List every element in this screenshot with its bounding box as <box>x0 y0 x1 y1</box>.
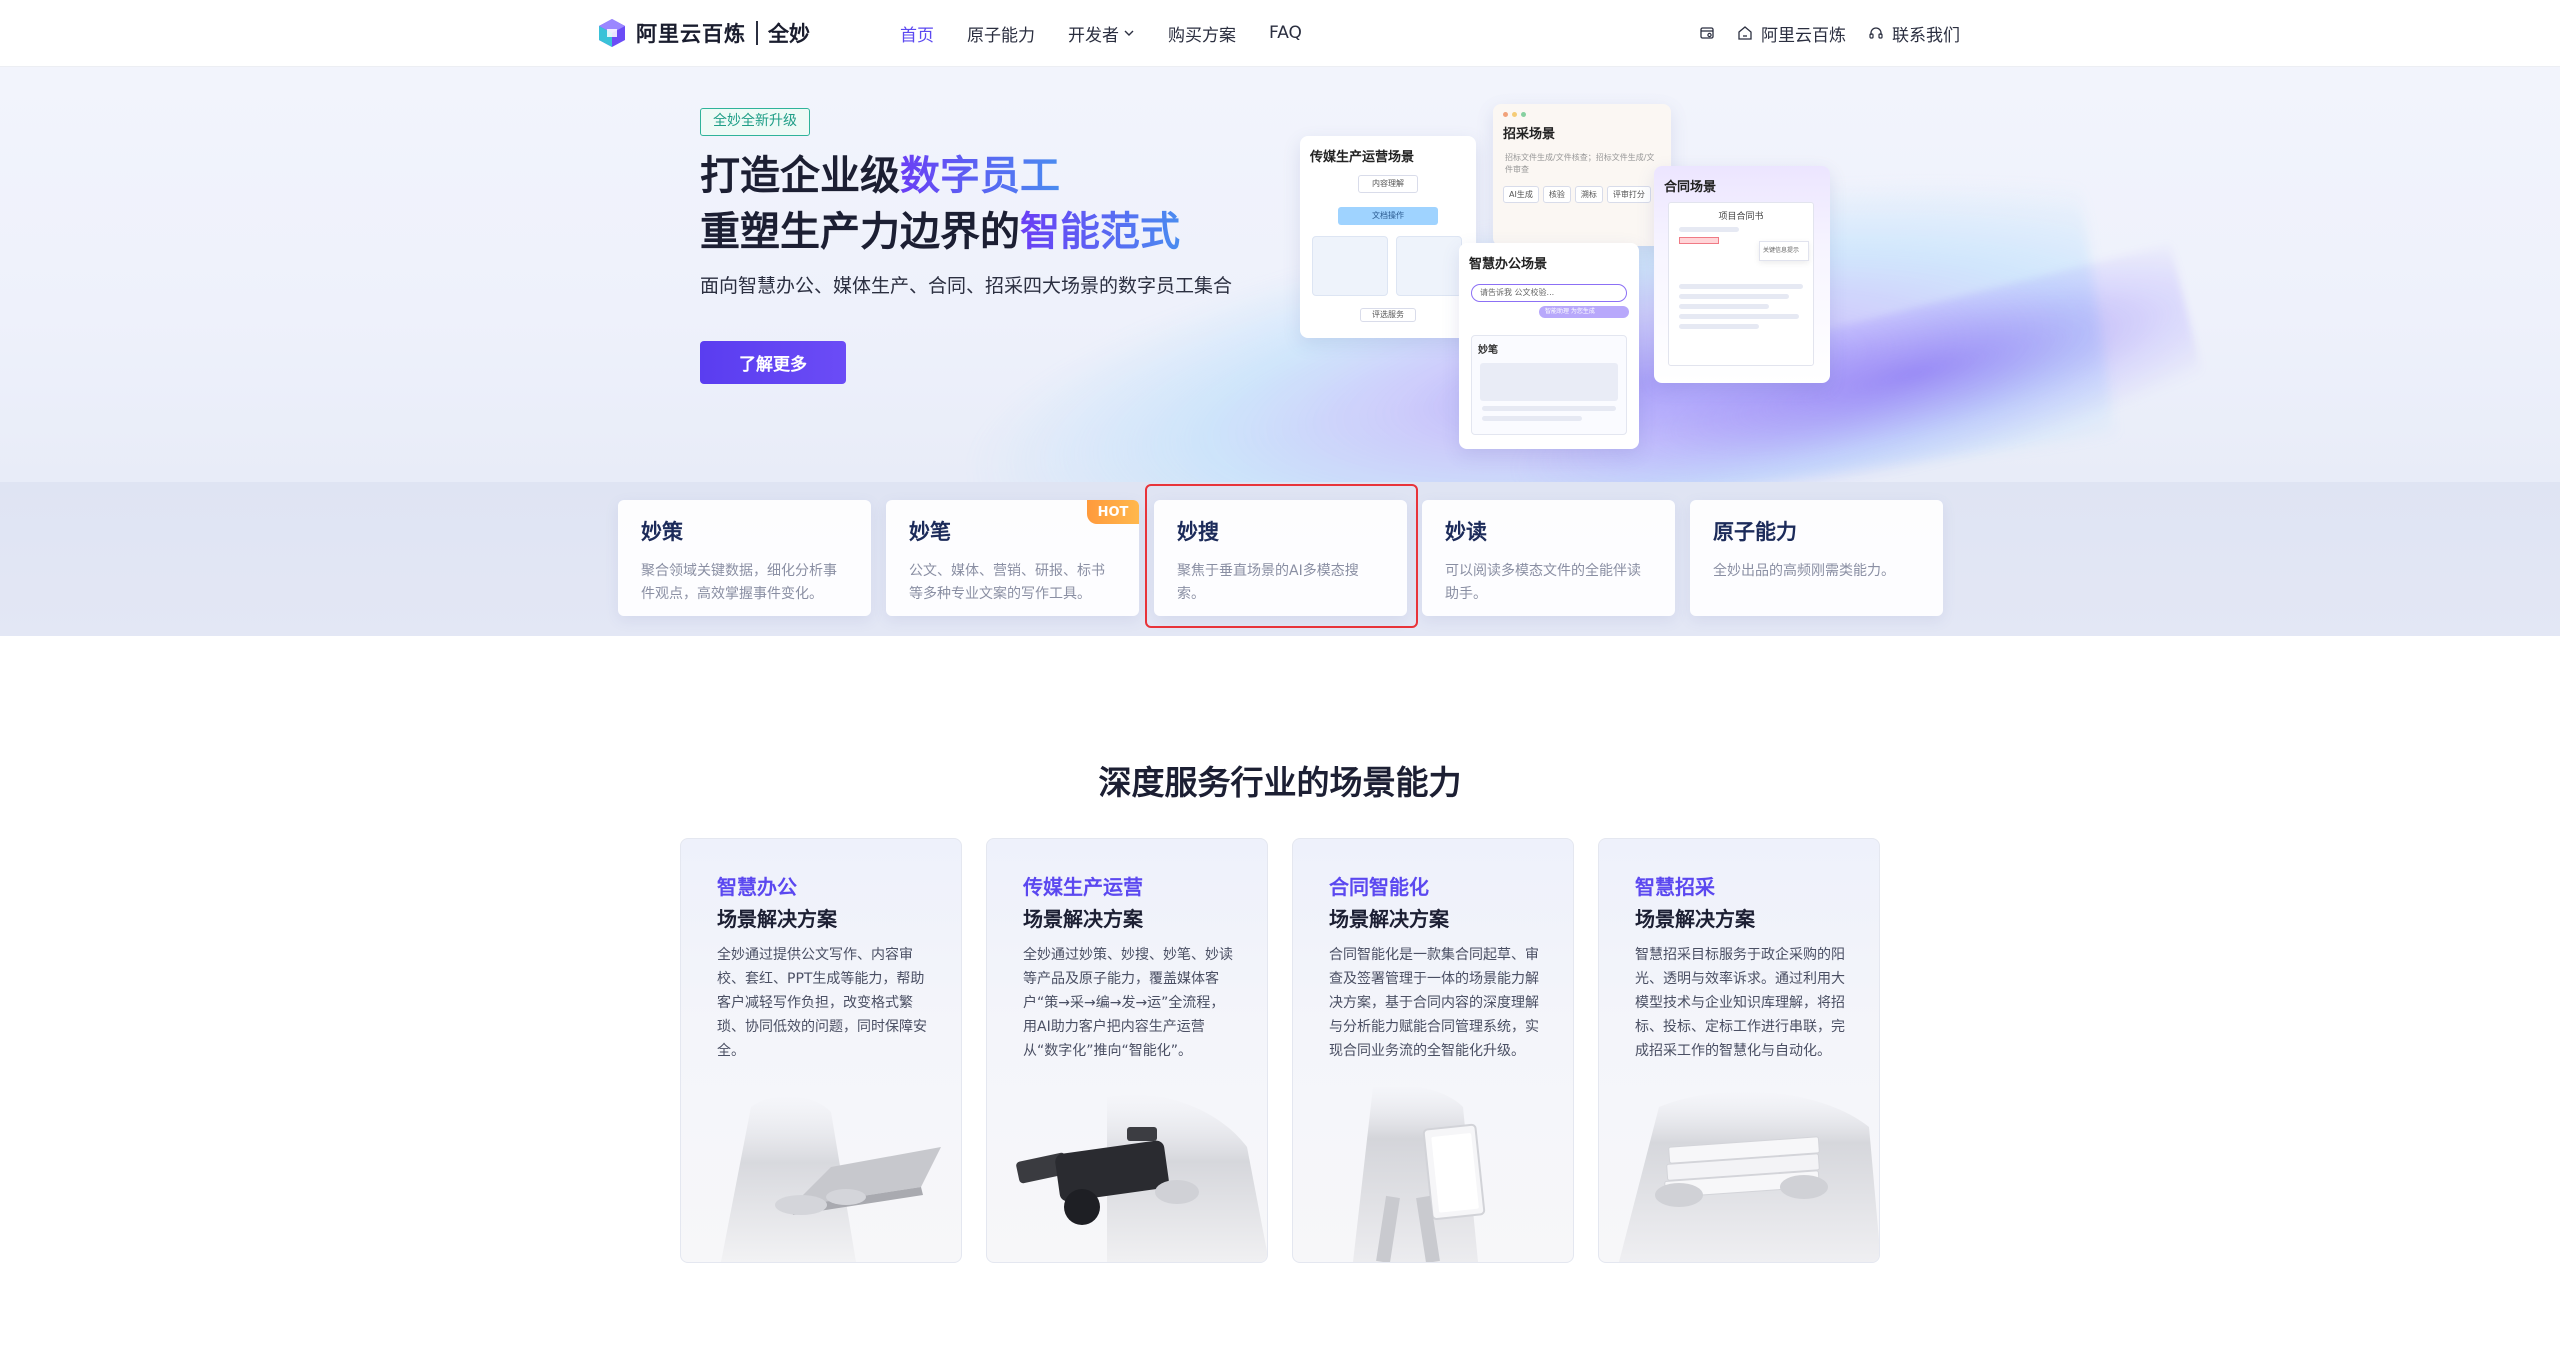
mock-contract-title: 合同场景 <box>1664 180 1717 195</box>
chevron-down-icon <box>1123 27 1135 39</box>
scenario-card-name: 合同智能化 <box>1329 875 1429 899</box>
product-strip: 妙策 聚合领域关键数据，细化分析事件观点，高效掌握事件变化。 HOT 妙笔 公文… <box>0 482 2560 636</box>
nav-right-actions: 阿里云百炼 联系我们 <box>1699 0 1960 66</box>
nav-purchase[interactable]: 购买方案 <box>1168 21 1236 46</box>
nav-faq[interactable]: FAQ <box>1269 23 1302 43</box>
mock-bidding-tag: AI生成 <box>1503 186 1539 203</box>
mock-office-doc: 妙笔 <box>1471 335 1627 435</box>
mock-contract-doc-title: 项目合同书 <box>1718 212 1764 222</box>
scenario-card-desc: 全妙通过提供公文写作、内容审校、套红、PPT生成等能力，帮助客户减轻写作负担，改… <box>717 947 927 1059</box>
mock-media-panel-right <box>1396 236 1462 296</box>
product-name: 全妙 <box>768 22 810 46</box>
hero-subtitle: 面向智慧办公、媒体生产、合同、招采四大场景的数字员工集合 <box>700 275 1233 297</box>
product-card-desc: 公文、媒体、营销、研报、标书等多种专业文案的写作工具。 <box>909 563 1105 602</box>
hero-headline-line1: 打造企业级数字员工 <box>700 148 1180 204</box>
calendar-card-icon[interactable] <box>1699 25 1715 41</box>
scenario-card-desc: 全妙通过妙策、妙搜、妙笔、妙读等产品及原子能力，覆盖媒体客户“策→采→编→发→运… <box>1023 947 1233 1059</box>
hero-line1-prefix: 打造企业级 <box>700 153 900 199</box>
nav-contact-us[interactable]: 联系我们 <box>1868 21 1960 46</box>
product-card-desc: 聚合领域关键数据，细化分析事件观点，高效掌握事件变化。 <box>641 563 837 602</box>
product-card-title: 妙搜 <box>1177 520 1219 544</box>
scenario-card-media-operations[interactable]: 传媒生产运营 场景解决方案 全妙通过妙策、妙搜、妙笔、妙读等产品及原子能力，覆盖… <box>986 838 1268 1263</box>
scenario-card-smart-bidding[interactable]: 智慧招采 场景解决方案 智慧招采目标服务于政企采购的阳光、透明与效率诉求。通过利… <box>1598 838 1880 1263</box>
top-navbar: 阿里云百炼 全妙 首页 原子能力 开发者 购买方案 FAQ 阿里云百炼 联系我们 <box>0 0 2560 66</box>
upgrade-badge: 全妙全新升级 <box>700 108 810 136</box>
product-card-title: 妙读 <box>1445 520 1487 544</box>
scenario-card-name: 智慧招采 <box>1635 875 1715 899</box>
laptop-typing-image <box>721 1096 941 1262</box>
product-card-title: 妙笔 <box>909 520 951 544</box>
scenario-card-subtitle: 场景解决方案 <box>1329 907 1449 931</box>
mock-media-chip-3: 评选服务 <box>1360 308 1416 322</box>
hero-line2-prefix: 重塑生产力边界的 <box>700 209 1020 255</box>
nav-developers-label: 开发者 <box>1068 25 1119 46</box>
main-nav: 首页 原子能力 开发者 购买方案 FAQ <box>900 0 1335 66</box>
mock-window-dots <box>1493 104 1671 117</box>
scenarios-section-title: 深度服务行业的场景能力 <box>1098 763 1462 802</box>
mock-bidding-tags: AI生成 核验 溯标 评审打分 <box>1493 180 1671 209</box>
mock-card-contract: 合同场景 项目合同书 关键信息提示 <box>1654 166 1830 383</box>
hero-headline: 打造企业级数字员工 重塑生产力边界的智能范式 <box>700 148 1180 260</box>
mock-office-reply: 智能助理 为您生成 <box>1539 306 1629 318</box>
mock-bidding-tag: 评审打分 <box>1606 186 1651 203</box>
product-card-atomic[interactable]: 原子能力 全妙出品的高频刚需类能力。 <box>1690 500 1943 616</box>
mock-bidding-desc: 招标文件生成/文件核查；招标文件生成/文件审查 <box>1505 153 1655 174</box>
mock-contract-tooltip: 关键信息提示 <box>1759 241 1809 261</box>
mock-card-office: 智慧办公场景 请告诉我 公文校验... 智能助理 为您生成 妙笔 <box>1459 243 1639 449</box>
scenario-card-smart-office[interactable]: 智慧办公 场景解决方案 全妙通过提供公文写作、内容审校、套红、PPT生成等能力，… <box>680 838 962 1263</box>
product-card-miaoce[interactable]: 妙策 聚合领域关键数据，细化分析事件观点，高效掌握事件变化。 <box>618 500 871 616</box>
hero-banner: 全妙全新升级 打造企业级数字员工 重塑生产力边界的智能范式 面向智慧办公、媒体生… <box>0 66 2560 482</box>
product-card-desc: 可以阅读多模态文件的全能伴读助手。 <box>1445 563 1641 602</box>
nav-bailian-label: 阿里云百炼 <box>1761 25 1846 46</box>
product-card-desc: 全妙出品的高频刚需类能力。 <box>1713 563 1895 579</box>
hot-badge: HOT <box>1087 500 1139 524</box>
mock-media-title: 传媒生产运营场景 <box>1310 150 1415 165</box>
hero-line1-highlight: 数字员工 <box>900 153 1060 199</box>
scenario-card-desc: 合同智能化是一款集合同起草、审查及签署管理于一体的场景能力解决方案，基于合同内容… <box>1329 947 1539 1059</box>
mock-office-title: 智慧办公场景 <box>1469 257 1548 272</box>
mock-bidding-tag: 核验 <box>1542 186 1571 203</box>
mock-office-input: 请告诉我 公文校验... <box>1471 284 1627 302</box>
product-card-miaodu[interactable]: 妙读 可以阅读多模态文件的全能伴读助手。 <box>1422 500 1675 616</box>
mock-bidding-tag: 溯标 <box>1574 186 1603 203</box>
product-card-desc: 聚焦于垂直场景的AI多模态搜索。 <box>1177 563 1359 602</box>
mock-office-doc-title: 妙笔 <box>1478 345 1498 356</box>
scenario-card-name: 传媒生产运营 <box>1023 875 1143 899</box>
product-card-title: 妙策 <box>641 520 683 544</box>
product-card-miaosou[interactable]: 妙搜 聚焦于垂直场景的AI多模态搜索。 <box>1154 500 1407 616</box>
nav-contact-label: 联系我们 <box>1892 25 1960 46</box>
scenario-card-subtitle: 场景解决方案 <box>1635 907 1755 931</box>
nav-home[interactable]: 首页 <box>900 21 934 46</box>
mock-media-chip-1: 内容理解 <box>1358 175 1418 193</box>
home-icon <box>1737 25 1753 41</box>
nav-developers[interactable]: 开发者 <box>1068 21 1135 46</box>
brand-divider <box>756 21 758 45</box>
scenario-card-name: 智慧办公 <box>717 875 797 899</box>
product-card-title: 原子能力 <box>1713 520 1797 544</box>
mock-contract-doc: 项目合同书 关键信息提示 <box>1668 202 1814 366</box>
hero-headline-line2: 重塑生产力边界的智能范式 <box>700 204 1180 260</box>
hero-line2-highlight: 智能范式 <box>1020 209 1180 255</box>
scenario-card-desc: 智慧招采目标服务于政企采购的阳光、透明与效率诉求。通过利用大模型技术与企业知识库… <box>1635 947 1845 1059</box>
scenario-card-subtitle: 场景解决方案 <box>717 907 837 931</box>
bailian-logo-icon <box>598 18 626 48</box>
scenario-card-subtitle: 场景解决方案 <box>1023 907 1143 931</box>
nav-bailian-home[interactable]: 阿里云百炼 <box>1737 21 1846 46</box>
headset-icon <box>1868 25 1884 41</box>
mock-card-bidding: 招采场景 招标文件生成/文件核查；招标文件生成/文件审查 AI生成 核验 溯标 评审打… <box>1493 104 1671 246</box>
mock-card-media: 传媒生产运营场景 内容理解 文档操作 评选服务 <box>1300 136 1476 338</box>
brand-logo[interactable]: 阿里云百炼 全妙 <box>598 17 810 49</box>
mock-media-chip-2: 文档操作 <box>1338 207 1438 225</box>
folder-holding-image <box>1353 1087 1486 1262</box>
product-card-miaobi[interactable]: HOT 妙笔 公文、媒体、营销、研报、标书等多种专业文案的写作工具。 <box>886 500 1139 616</box>
brand-name: 阿里云百炼 <box>636 22 746 46</box>
video-camera-image <box>1016 1094 1267 1262</box>
scenario-card-contract[interactable]: 合同智能化 场景解决方案 合同智能化是一款集合同起草、审查及签署管理于一体的场景… <box>1292 838 1574 1263</box>
mock-contract-highlight <box>1679 237 1719 244</box>
nav-atomic-abilities[interactable]: 原子能力 <box>967 21 1035 46</box>
mock-media-panel-left <box>1312 236 1388 296</box>
paper-stack-image <box>1619 1091 1879 1262</box>
learn-more-button[interactable]: 了解更多 <box>700 341 846 384</box>
mock-bidding-title: 招采场景 <box>1503 127 1556 142</box>
